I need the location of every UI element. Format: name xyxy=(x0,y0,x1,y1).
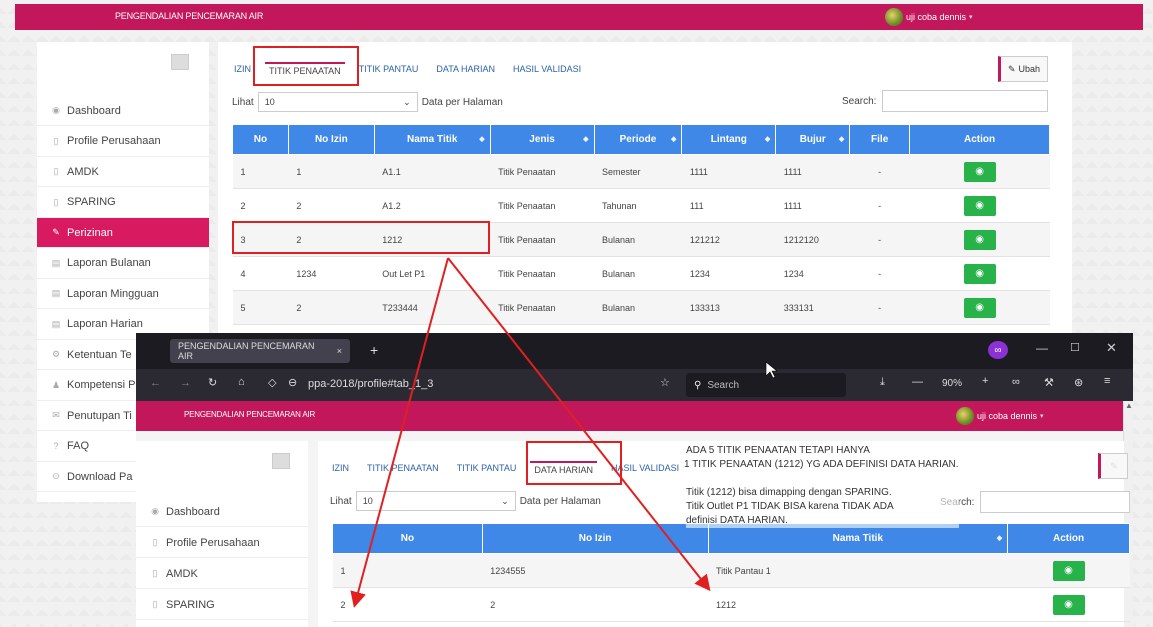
arrow-to-1212 xyxy=(447,257,711,592)
annotation-arrows xyxy=(350,257,778,608)
arrow-to-row-2 xyxy=(350,257,449,608)
mouse-cursor-icon xyxy=(765,361,778,379)
